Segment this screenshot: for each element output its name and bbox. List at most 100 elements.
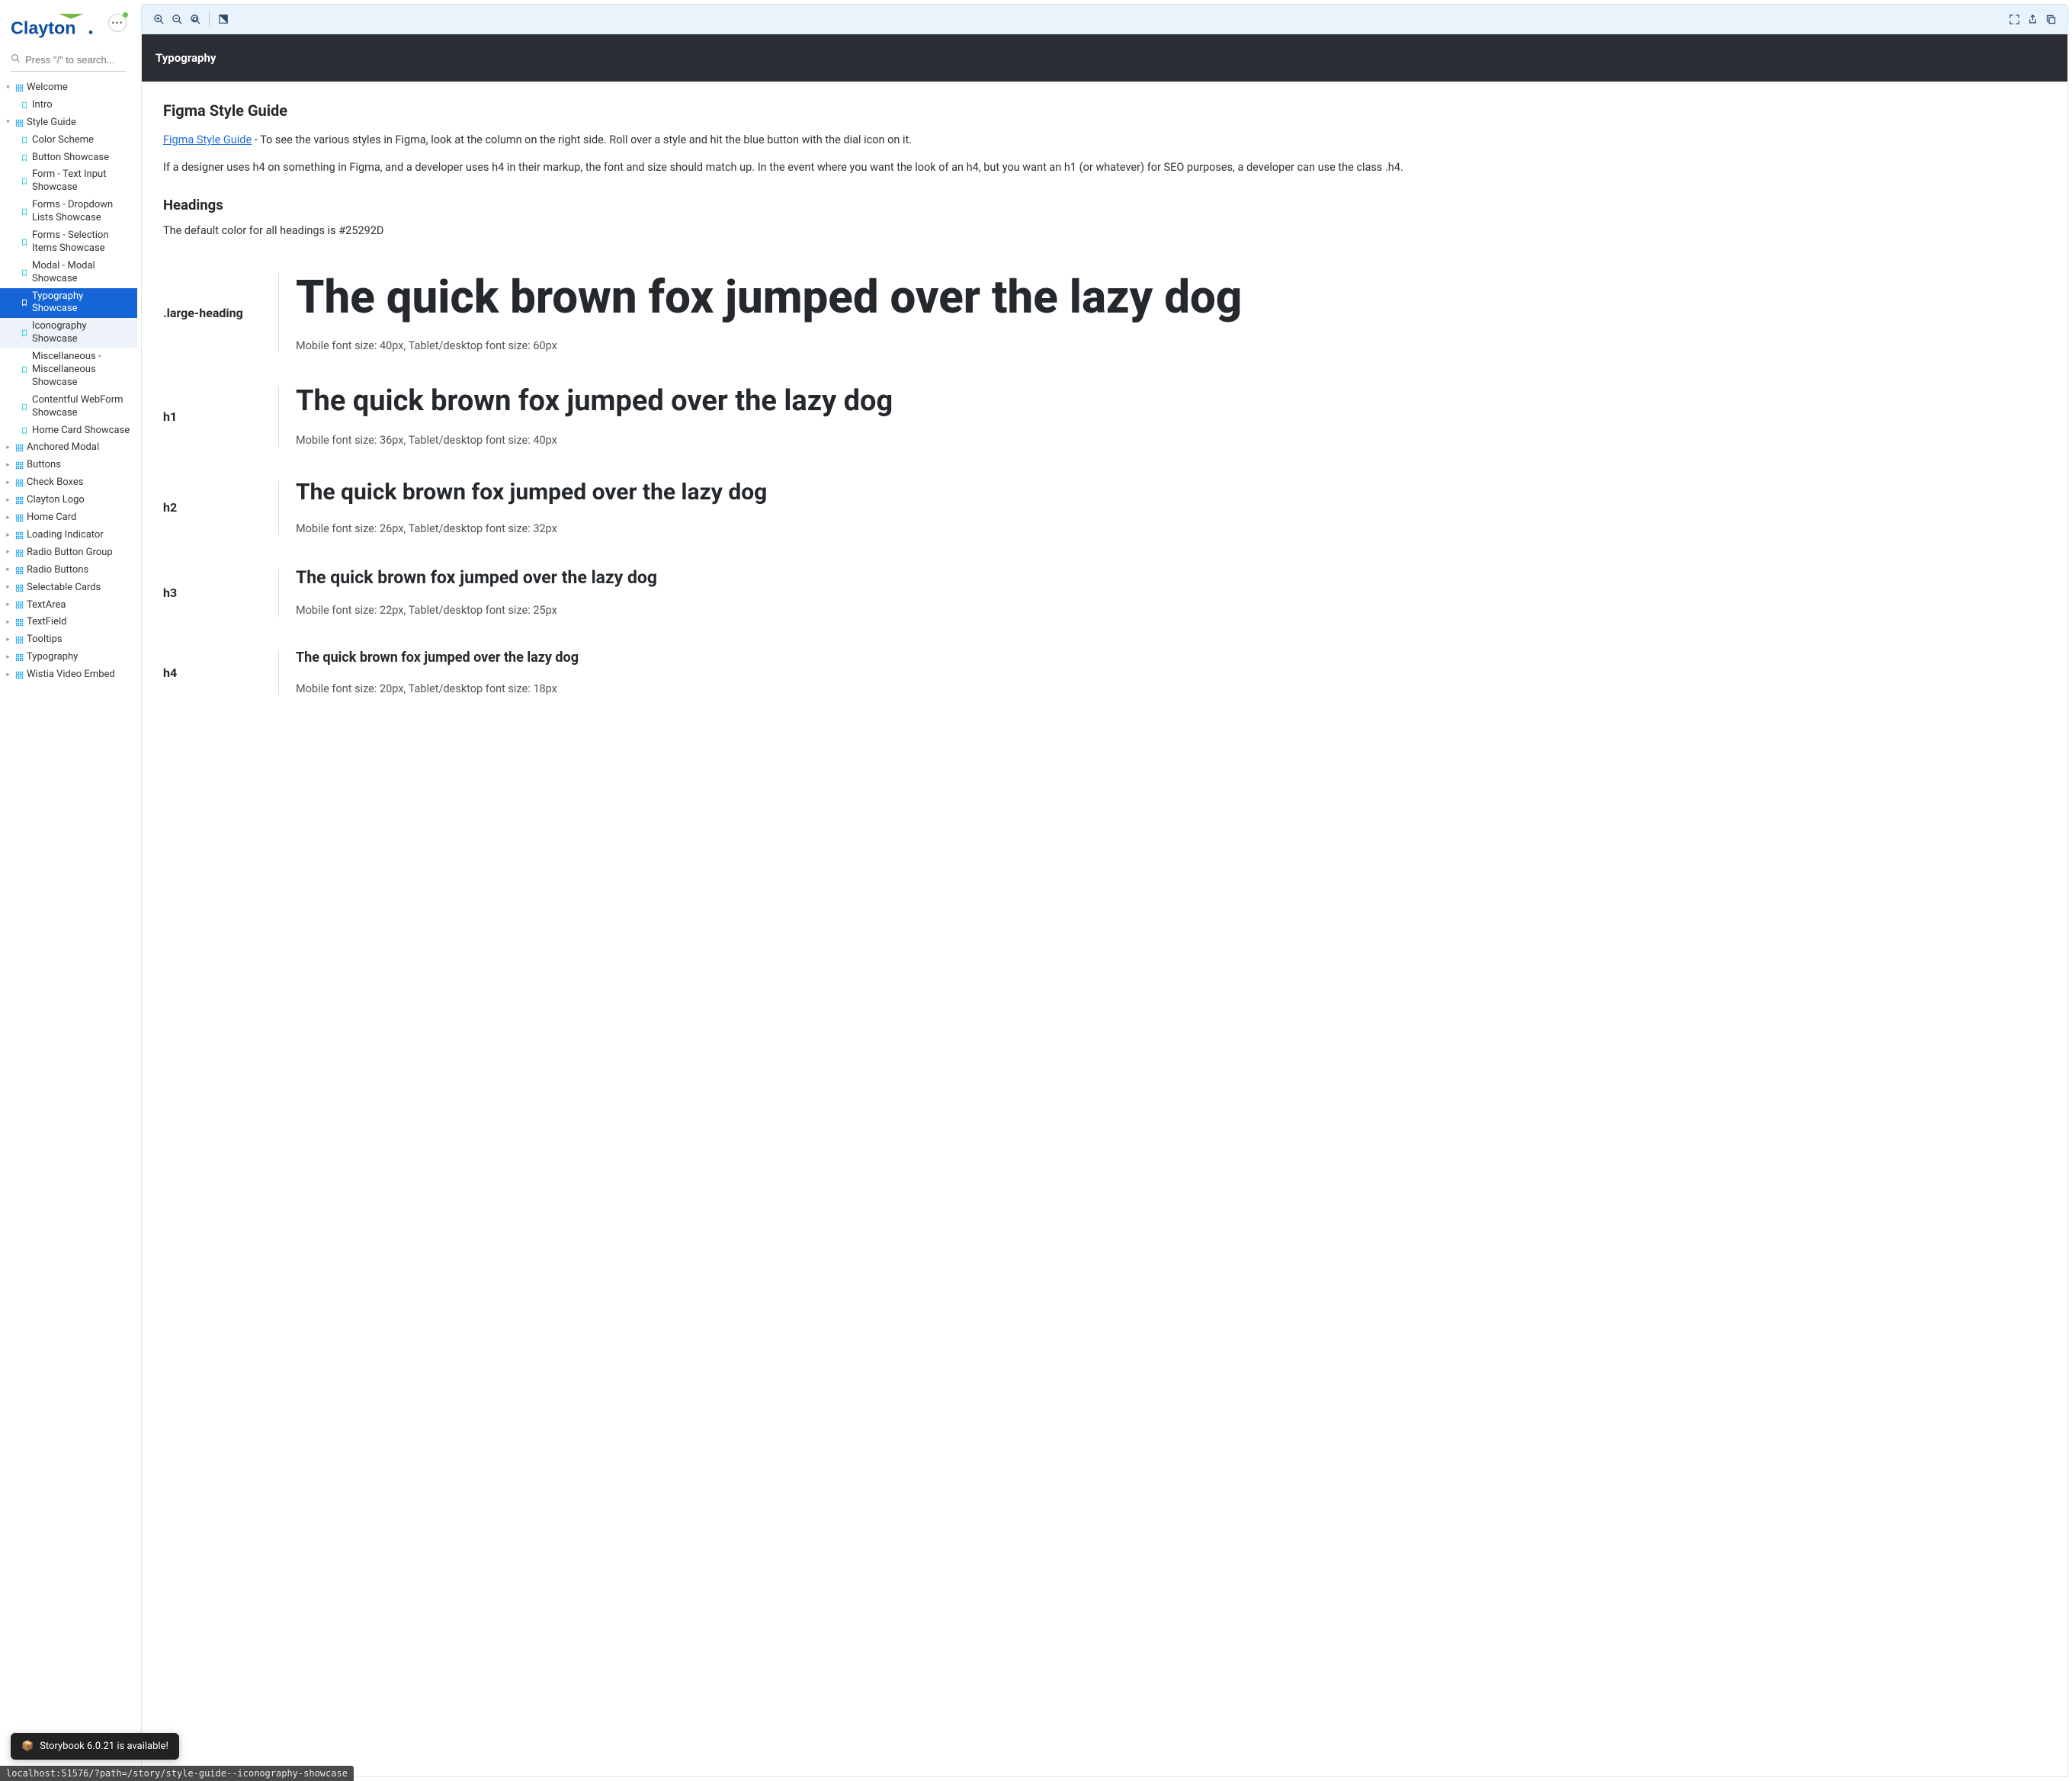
caret-icon: ▸ — [5, 479, 11, 488]
typography-row-label: .large-heading — [163, 273, 266, 352]
tree-group[interactable]: ▸ TextArea — [0, 597, 137, 615]
tree-group[interactable]: ▸Home Card — [0, 509, 137, 527]
typography-row-label: h2 — [163, 480, 266, 534]
background-toggle-button[interactable] — [214, 10, 233, 28]
component-icon — [14, 584, 24, 592]
tree-group[interactable]: ▾ Welcome — [0, 79, 137, 97]
tree-group-label: TextArea — [27, 599, 131, 612]
component-icon — [14, 618, 24, 627]
divider — [278, 386, 279, 447]
zoom-out-button[interactable] — [168, 10, 186, 28]
tree-story[interactable]: Iconography Showcase — [0, 318, 137, 348]
zoom-in-button[interactable] — [149, 10, 168, 28]
zoom-reset-button[interactable] — [186, 10, 204, 28]
divider — [278, 650, 279, 695]
caret-icon: ▸ — [5, 444, 11, 453]
tree-story[interactable]: Modal - Modal Showcase — [0, 258, 137, 288]
tree-group-label: Radio Button Group — [27, 547, 131, 560]
component-icon — [14, 496, 24, 505]
tree-story[interactable]: Home Card Showcase — [0, 422, 137, 440]
sidebar: Clayton ••• ▾ Welcome Intro▾Style GuideCol… — [0, 0, 137, 1781]
tree-story[interactable]: Forms - Selection Items Showcase — [0, 227, 137, 258]
tree-story[interactable]: Color Scheme — [0, 132, 137, 149]
story-icon — [20, 365, 29, 374]
tree-group[interactable]: ▸TextField — [0, 614, 137, 631]
typography-row: h1The quick brown fox jumped over the la… — [163, 386, 2046, 447]
tree-group[interactable]: ▸ Check Boxes — [0, 474, 137, 492]
specimen-meta: Mobile font size: 36px, Tablet/desktop f… — [296, 434, 2046, 447]
component-icon — [14, 566, 24, 575]
typography-row-label: h4 — [163, 650, 266, 695]
doc-banner: Typography — [142, 34, 2067, 82]
caret-icon: ▸ — [5, 461, 11, 470]
search-input[interactable] — [25, 54, 127, 66]
copy-link-button[interactable] — [2042, 10, 2060, 28]
sidebar-menu-button[interactable]: ••• — [108, 14, 127, 32]
tree-group-label: Welcome — [27, 82, 131, 95]
figma-intro-paragraph: Figma Style Guide - To see the various s… — [163, 132, 2046, 149]
specimen-meta: Mobile font size: 40px, Tablet/desktop f… — [296, 339, 2046, 352]
typography-sample: The quick brown fox jumped over the lazy… — [291, 386, 2046, 447]
specimen-text: The quick brown fox jumped over the lazy… — [296, 569, 2046, 588]
nav-tree: ▾ Welcome Intro▾Style GuideColor SchemeBut… — [0, 76, 137, 692]
figma-style-guide-link[interactable]: Figma Style Guide — [163, 133, 252, 146]
tree-group[interactable]: ▸Wistia Video Embed — [0, 666, 137, 684]
section-headings-heading: Headings — [163, 197, 2046, 213]
typography-sample: The quick brown fox jumped over the lazy… — [291, 273, 2046, 352]
tree-group[interactable]: ▸ Radio Button Group — [0, 544, 137, 562]
tree-group[interactable]: ▸ Loading Indicator — [0, 527, 137, 544]
tree-group[interactable]: ▸Clayton Logo — [0, 492, 137, 509]
tree-group-label: Clayton Logo — [27, 494, 131, 507]
tree-group[interactable]: ▸Tooltips — [0, 631, 137, 649]
component-icon — [14, 514, 24, 522]
tree-group-label: Anchored Modal — [27, 441, 131, 454]
open-new-tab-button[interactable] — [2023, 10, 2042, 28]
section-figma-heading: Figma Style Guide — [163, 101, 2046, 120]
brand-logo: Clayton — [11, 11, 96, 44]
tree-group[interactable]: ▸Buttons — [0, 457, 137, 474]
tree-group-label: Wistia Video Embed — [27, 669, 131, 682]
tree-group-label: Check Boxes — [27, 477, 131, 489]
tree-story[interactable]: Forms - Dropdown Lists Showcase — [0, 197, 137, 227]
tree-group[interactable]: ▸Selectable Cards — [0, 579, 137, 597]
tree-group-label: Typography — [27, 651, 131, 664]
typography-row: h3The quick brown fox jumped over the la… — [163, 569, 2046, 618]
divider — [278, 480, 279, 534]
search-icon — [11, 53, 21, 66]
component-icon — [14, 636, 24, 644]
caret-icon: ▾ — [5, 84, 11, 93]
component-icon — [14, 461, 24, 470]
doc-body: Figma Style Guide Figma Style Guide - To… — [142, 82, 2067, 726]
caret-icon: ▸ — [5, 514, 11, 523]
component-icon — [14, 479, 24, 487]
fullscreen-button[interactable] — [2005, 10, 2023, 28]
story-icon — [20, 426, 29, 435]
tree-story-label: Forms - Dropdown Lists Showcase — [32, 199, 131, 225]
tree-story[interactable]: Miscellaneous - Miscellaneous Showcase — [0, 348, 137, 392]
component-icon — [14, 444, 24, 452]
caret-icon: ▸ — [5, 566, 11, 575]
tree-group[interactable]: ▸ Anchored Modal — [0, 439, 137, 457]
tree-story[interactable]: Button Showcase — [0, 149, 137, 167]
caret-icon: ▸ — [5, 601, 11, 610]
tree-story-label: Home Card Showcase — [32, 425, 131, 438]
story-icon — [20, 101, 29, 110]
tree-story[interactable]: Form - Text Input Showcase — [0, 166, 137, 197]
specimen-text: The quick brown fox jumped over the lazy… — [296, 273, 2046, 323]
tree-group[interactable]: ▾Style Guide — [0, 114, 137, 132]
caret-icon: ▸ — [5, 548, 11, 557]
caret-icon: ▸ — [5, 653, 11, 663]
caret-icon: ▸ — [5, 531, 11, 541]
tree-story[interactable]: Contentful WebForm Showcase — [0, 392, 137, 422]
tree-story[interactable]: Intro — [0, 97, 137, 114]
tree-story[interactable]: Typography Showcase — [0, 288, 137, 319]
brand-area: Clayton ••• — [0, 0, 137, 49]
toolbar-separator — [209, 11, 210, 27]
specimen-text: The quick brown fox jumped over the lazy… — [296, 480, 2046, 505]
tree-group-label: Loading Indicator — [27, 529, 131, 542]
package-icon: 📦 — [21, 1741, 34, 1752]
tree-group[interactable]: ▸ Typography — [0, 649, 137, 666]
tree-group[interactable]: ▸Radio Buttons — [0, 562, 137, 579]
update-toast[interactable]: 📦 Storybook 6.0.21 is available! — [11, 1733, 179, 1760]
divider — [278, 569, 279, 618]
